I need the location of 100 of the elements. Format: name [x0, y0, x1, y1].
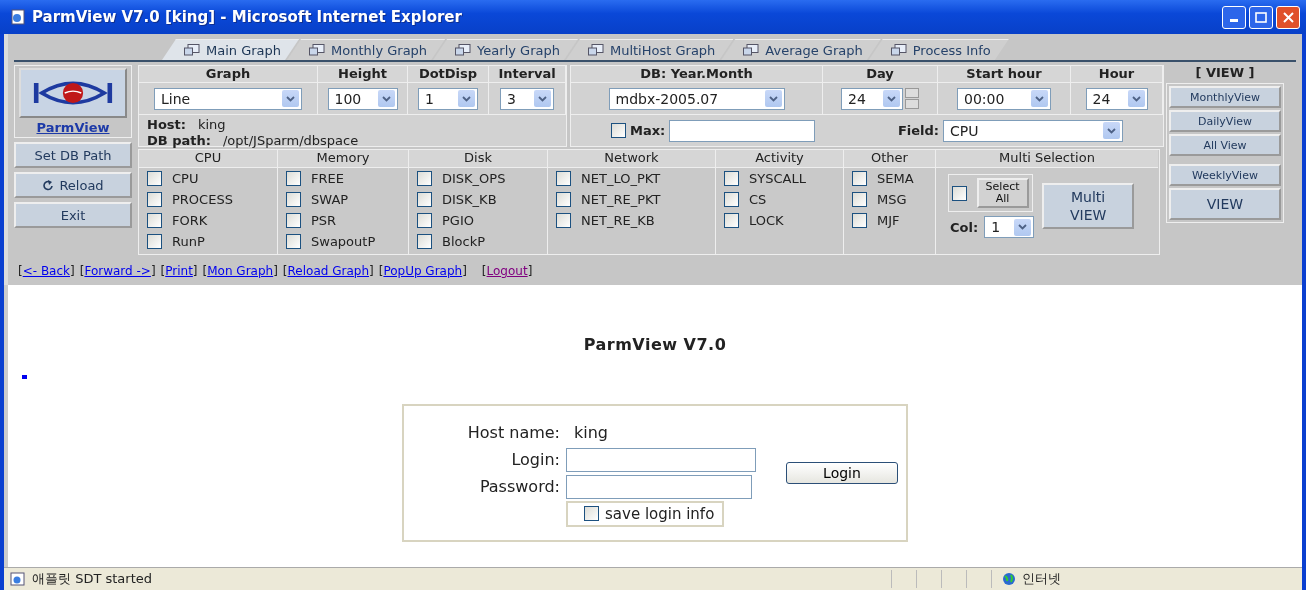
page-icon: [10, 572, 26, 586]
category-header: Disk: [409, 150, 547, 168]
link[interactable]: Forward ->: [84, 264, 151, 278]
zone-text: 인터넷: [1022, 570, 1061, 588]
maximize-icon: [1255, 11, 1267, 23]
select-all-button[interactable]: Select All: [976, 178, 1029, 208]
globe-icon: [1002, 572, 1016, 586]
field-label: Field:: [897, 123, 939, 138]
link[interactable]: PopUp Graph: [383, 264, 463, 278]
login-field[interactable]: [566, 447, 756, 472]
link[interactable]: Reload Graph: [287, 264, 369, 278]
checkbox[interactable]: [951, 185, 967, 201]
category-header: Other: [844, 150, 935, 168]
checkbox[interactable]: [286, 213, 301, 228]
eye-logo-icon: [19, 68, 127, 118]
column-header: Graph: [139, 66, 318, 83]
window-icon: [587, 44, 604, 56]
checkbox[interactable]: [147, 234, 162, 249]
max-field[interactable]: [669, 119, 816, 142]
bracket: ]: [70, 264, 75, 278]
side-button[interactable]: Set DB Path: [14, 142, 132, 168]
link[interactable]: Logout: [486, 264, 528, 278]
checkbox[interactable]: [556, 213, 571, 228]
view-button[interactable]: DailyView: [1169, 110, 1281, 132]
checkbox-label: CS: [749, 192, 767, 207]
minimize-button[interactable]: [1222, 5, 1246, 29]
login-button[interactable]: Login: [786, 462, 898, 484]
dropdown[interactable]: 3: [500, 87, 554, 110]
checkbox[interactable]: [852, 213, 867, 228]
window-icon: [309, 44, 326, 56]
db-path-text: DB path: /opt/JSparm/dbspace: [147, 133, 360, 149]
checkbox-label: PSR: [311, 213, 337, 228]
tab[interactable]: Process Info: [868, 39, 1009, 60]
view-button[interactable]: VIEW: [1169, 188, 1281, 220]
tab[interactable]: Average Graph: [721, 39, 881, 60]
checkbox[interactable]: [724, 171, 739, 186]
category-header: CPU: [139, 150, 277, 168]
maximize-button[interactable]: [1249, 5, 1273, 29]
checkbox-label: SWAP: [311, 192, 349, 207]
tab[interactable]: Main Graph: [162, 39, 300, 60]
dropdown[interactable]: 00:00: [957, 87, 1051, 110]
bracket: ]: [527, 264, 533, 278]
column-header: Day: [823, 66, 938, 83]
logo-link[interactable]: ParmView: [14, 65, 132, 138]
view-button[interactable]: MonthlyView: [1169, 86, 1281, 108]
checkbox[interactable]: [611, 123, 626, 138]
save-login-option[interactable]: save login info: [566, 500, 725, 527]
checkbox-label: MJF: [877, 213, 900, 228]
link[interactable]: <- Back: [22, 264, 71, 278]
column-header: DotDisp: [408, 66, 489, 83]
checkbox[interactable]: [147, 171, 162, 186]
checkbox-label: SEMA: [877, 171, 914, 186]
dropdown[interactable]: Line: [154, 87, 302, 110]
category-header: Memory: [278, 150, 408, 168]
view-button[interactable]: WeeklyView: [1169, 164, 1281, 186]
checkbox[interactable]: [147, 213, 162, 228]
checkbox-label: FORK: [172, 213, 208, 228]
dropdown[interactable]: 1: [984, 216, 1035, 238]
checkbox[interactable]: [417, 213, 432, 228]
checkbox[interactable]: [286, 171, 301, 186]
browser-page-icon: [10, 9, 26, 25]
close-icon: [1282, 11, 1294, 23]
checkbox[interactable]: [852, 171, 867, 186]
side-button[interactable]: Exit: [14, 202, 132, 228]
dropdown[interactable]: CPU: [943, 119, 1123, 142]
dropdown[interactable]: 1: [418, 87, 478, 110]
checkbox[interactable]: [724, 213, 739, 228]
dropdown[interactable]: 24: [841, 87, 903, 110]
host-text: Host: king: [147, 117, 227, 133]
checkbox[interactable]: [556, 171, 571, 186]
checkbox[interactable]: [556, 192, 571, 207]
reload-button[interactable]: Reload: [14, 172, 132, 198]
tab[interactable]: Yearly Graph: [433, 39, 578, 60]
password-field[interactable]: [566, 474, 752, 499]
page-heading: ParmView V7.0: [583, 335, 727, 354]
checkbox[interactable]: [584, 506, 599, 521]
checkbox[interactable]: [417, 171, 432, 186]
dropdown[interactable]: 24: [1085, 87, 1148, 110]
close-button[interactable]: [1276, 5, 1300, 29]
tab[interactable]: MultiHost Graph: [565, 39, 734, 60]
checkbox[interactable]: [417, 234, 432, 249]
multi-view-button[interactable]: Multi VIEW: [1042, 183, 1135, 229]
bracket: ]: [150, 264, 156, 278]
bracket: [: [160, 264, 166, 278]
checkbox[interactable]: [147, 192, 162, 207]
checkbox[interactable]: [417, 192, 432, 207]
host-name-label: Host name:: [466, 423, 560, 442]
view-header: [ VIEW ]: [1194, 65, 1256, 82]
tab[interactable]: Monthly Graph: [287, 39, 446, 60]
checkbox[interactable]: [724, 192, 739, 207]
checkbox[interactable]: [286, 192, 301, 207]
link[interactable]: Print: [165, 264, 193, 278]
checkbox[interactable]: [852, 192, 867, 207]
dropdown[interactable]: 100: [327, 87, 398, 110]
checkbox[interactable]: [286, 234, 301, 249]
checkbox-label: SYSCALL: [749, 171, 806, 186]
link[interactable]: Mon Graph: [207, 264, 274, 278]
dropdown[interactable]: mdbx-2005.07: [608, 87, 785, 110]
checkbox-label: CPU: [172, 171, 199, 186]
view-button[interactable]: All View: [1169, 134, 1281, 156]
